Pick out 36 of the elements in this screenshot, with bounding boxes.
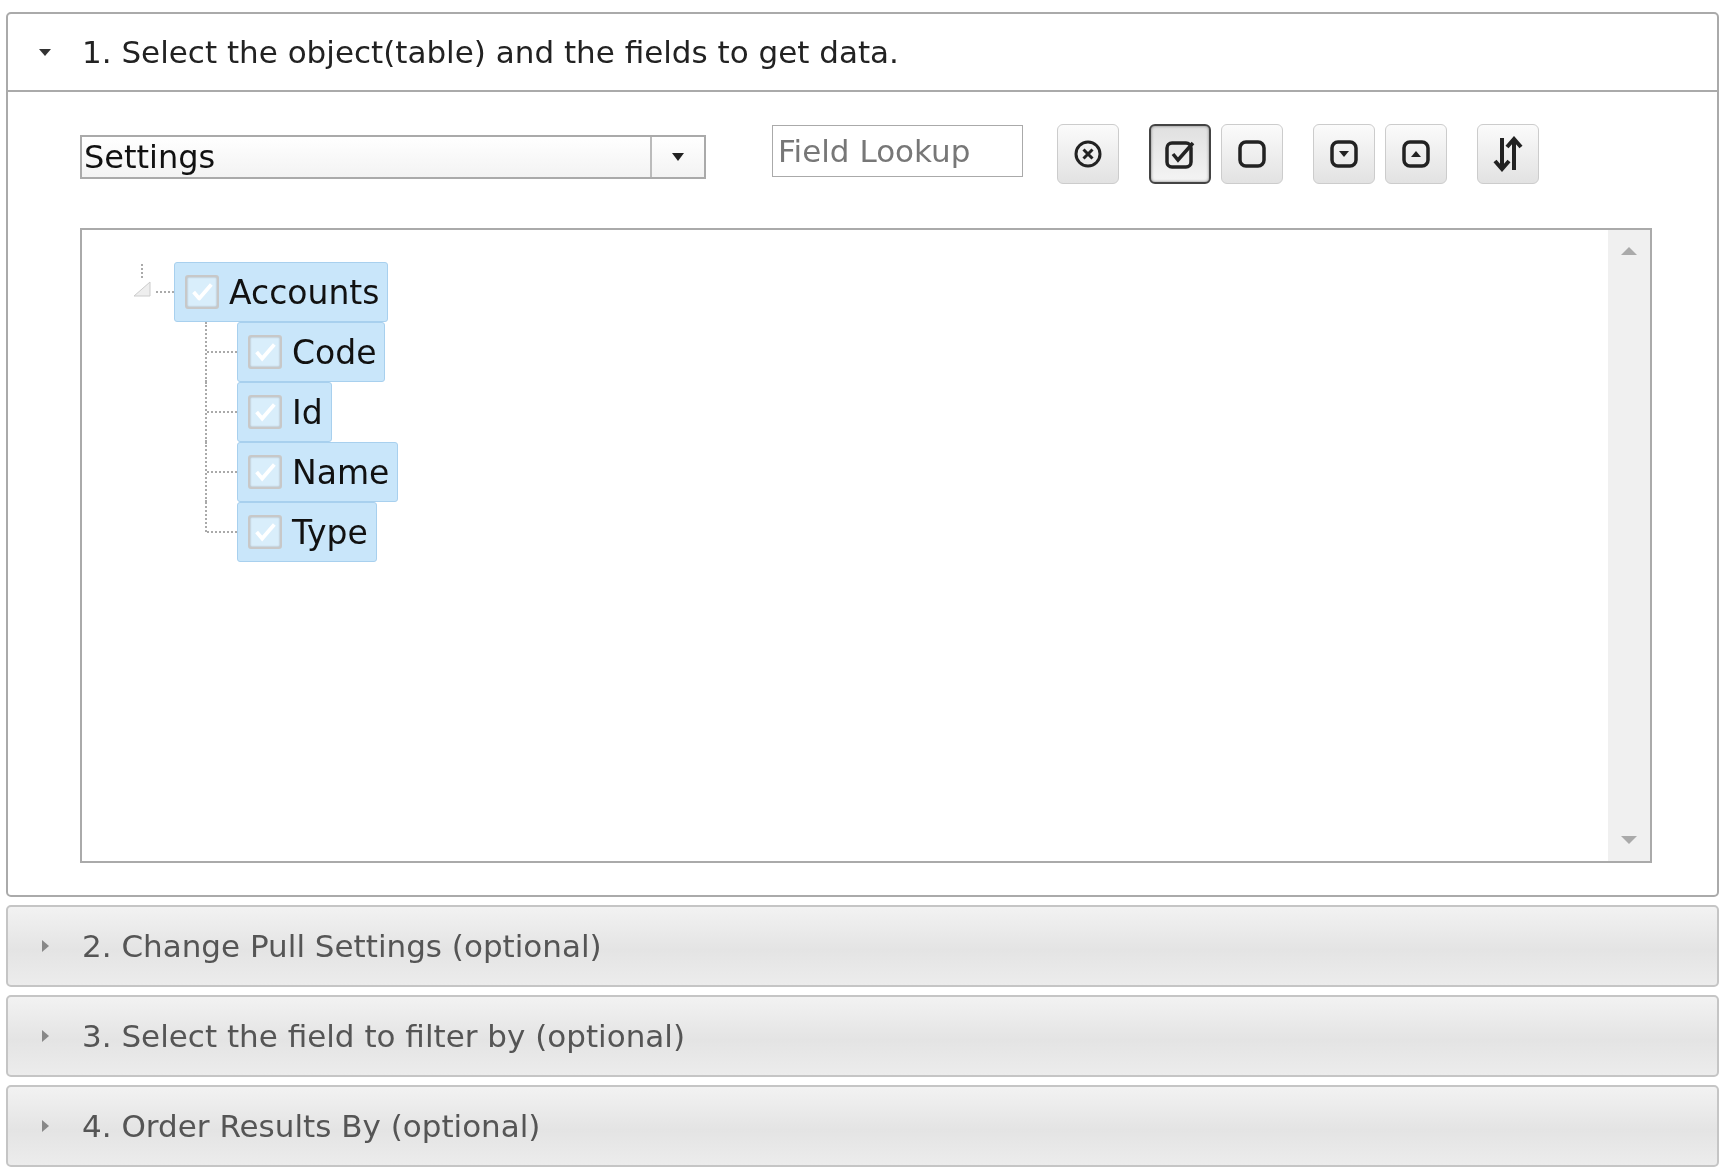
checkbox[interactable] [185, 275, 219, 309]
object-dropdown[interactable]: Settings [80, 135, 706, 179]
section-title: 4. Order Results By (optional) [82, 1108, 541, 1144]
checkbox-checked-icon [1164, 138, 1196, 170]
expand-all-button[interactable] [1313, 124, 1375, 184]
collapse-all-button[interactable] [1385, 124, 1447, 184]
checkbox[interactable] [248, 455, 282, 489]
clear-button[interactable] [1057, 124, 1119, 184]
tree-node[interactable]: Accounts [174, 262, 389, 322]
uncheck-all-button[interactable] [1221, 124, 1283, 184]
scroll-up-icon[interactable] [1620, 246, 1638, 256]
section-header[interactable]: 3. Select the field to filter by (optional) [8, 997, 1717, 1075]
tree-node[interactable]: Name [237, 442, 399, 502]
section-header[interactable]: 1. Select the object(table) and the fields to get data. [8, 14, 1717, 92]
section-title: 3. Select the field to filter by (optional) [82, 1018, 686, 1054]
sort-icon [1492, 136, 1524, 172]
section-title: 2. Change Pull Settings (optional) [82, 928, 602, 964]
checkbox[interactable] [248, 395, 282, 429]
field-lookup-input[interactable]: Field Lookup [772, 125, 1023, 177]
checkbox[interactable] [248, 515, 282, 549]
sort-button[interactable] [1477, 124, 1539, 184]
clear-icon [1073, 139, 1103, 169]
caret-down-icon [670, 152, 686, 162]
checkbox[interactable] [248, 335, 282, 369]
check-all-button[interactable] [1149, 124, 1211, 184]
section-title: 1. Select the object(table) and the fields to get data. [82, 34, 899, 70]
scroll-down-icon[interactable] [1620, 835, 1638, 845]
tree-node[interactable]: Id [237, 382, 332, 442]
expand-icon [1329, 139, 1359, 169]
section-header[interactable]: 2. Change Pull Settings (optional) [8, 907, 1717, 985]
tree-node[interactable]: Type [237, 502, 377, 562]
section-header[interactable]: 4. Order Results By (optional) [8, 1087, 1717, 1165]
collapse-icon [1401, 139, 1431, 169]
scrollbar[interactable] [1608, 230, 1650, 861]
checkbox-empty-icon [1237, 139, 1267, 169]
tree-node[interactable]: Code [237, 322, 386, 382]
